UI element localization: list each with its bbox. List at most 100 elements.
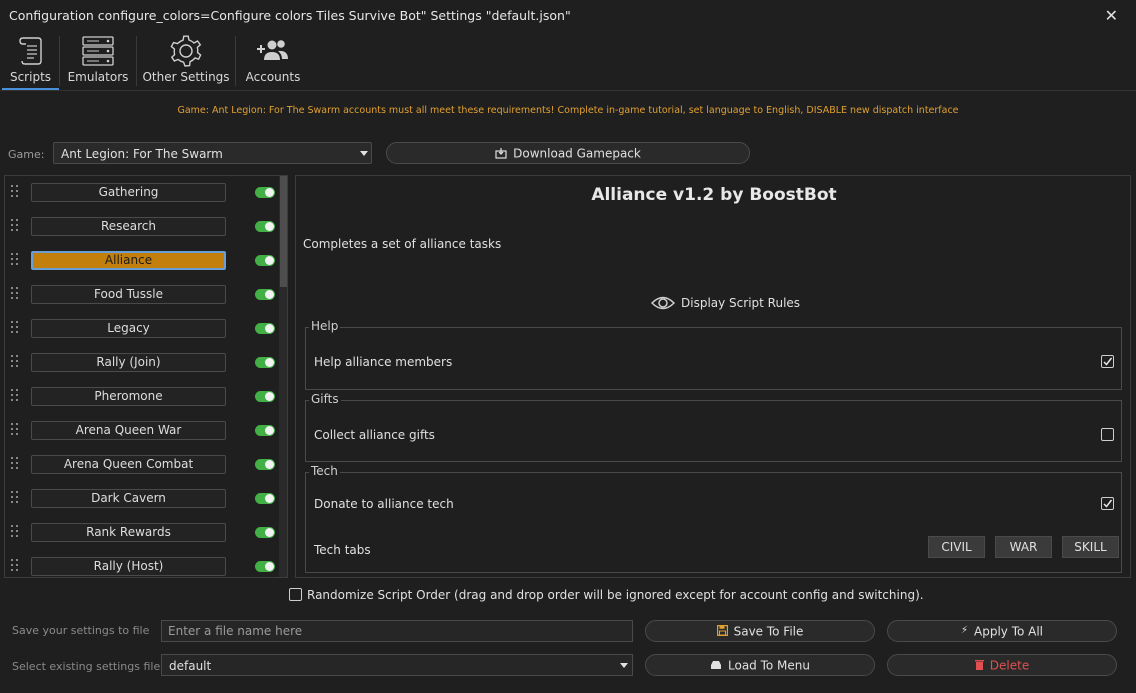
apply-to-all-label: Apply To All [974,624,1044,639]
tab-other-settings[interactable]: Other Settings [142,32,230,88]
close-icon[interactable]: ✕ [1105,6,1118,25]
script-enabled-toggle[interactable] [255,187,275,198]
script-row[interactable]: Pheromone [5,381,277,415]
tab-emulators[interactable]: Emulators [64,32,132,88]
script-enabled-toggle[interactable] [255,561,275,572]
script-title: Alliance v1.2 by BoostBot [591,185,837,205]
script-row[interactable]: Alliance [5,245,277,279]
script-button[interactable]: Pheromone [31,387,226,406]
script-button[interactable]: Legacy [31,319,226,338]
script-enabled-toggle[interactable] [255,289,275,300]
script-enabled-toggle[interactable] [255,425,275,436]
delete-button[interactable]: Delete [887,654,1117,676]
gifts-group-title: Gifts [309,392,341,406]
drag-handle-icon[interactable] [11,321,21,337]
save-to-file-label: Save To File [733,624,804,639]
drag-handle-icon[interactable] [11,525,21,541]
active-tab-indicator [2,88,59,90]
script-row[interactable]: Rally (Join) [5,347,277,381]
script-enabled-toggle[interactable] [255,493,275,504]
donate-alliance-tech-checkbox[interactable] [1101,497,1114,510]
script-enabled-toggle[interactable] [255,459,275,470]
help-alliance-members-label: Help alliance members [314,355,453,369]
drag-handle-icon[interactable] [11,253,21,269]
drag-handle-icon[interactable] [11,457,21,473]
drag-handle-icon[interactable] [11,423,21,439]
script-row[interactable]: Arena Queen War [5,415,277,449]
tech-group: Tech Donate to alliance tech Tech tabs C… [305,464,1122,573]
script-row[interactable]: Legacy [5,313,277,347]
add-users-icon [257,40,288,60]
randomize-order-label: Randomize Script Order (drag and drop or… [307,588,924,602]
check-icon [1103,499,1113,508]
randomize-order-checkbox[interactable] [289,588,302,601]
download-box-icon [495,147,507,159]
game-requirements-warning: Game: Ant Legion: For The Swarm accounts… [177,105,959,116]
file-name-input[interactable] [161,620,633,642]
script-enabled-toggle[interactable] [255,221,275,232]
drag-handle-icon[interactable] [11,389,21,405]
download-gamepack-label: Download Gamepack [513,146,641,161]
script-enabled-toggle[interactable] [255,323,275,334]
title-bar: Configuration configure_colors=Configure… [0,0,1136,32]
tech-tabs-label: Tech tabs [314,543,371,557]
script-row[interactable]: Dark Cavern [5,483,277,517]
help-group-title: Help [309,319,341,333]
drag-handle-icon[interactable] [11,185,21,201]
gifts-group: Gifts Collect alliance gifts [305,392,1122,462]
script-enabled-toggle[interactable] [255,255,275,266]
load-to-menu-button[interactable]: Load To Menu [645,654,875,676]
script-button[interactable]: Dark Cavern [31,489,226,508]
script-enabled-toggle[interactable] [255,391,275,402]
settings-file-select-value: default [169,659,212,673]
delete-label: Delete [989,658,1030,673]
scrollbar-thumb[interactable] [280,176,287,287]
script-row[interactable]: Food Tussle [5,279,277,313]
script-button[interactable]: Alliance [31,251,226,270]
script-row[interactable]: Gathering [5,177,277,211]
script-button[interactable]: Rally (Join) [31,353,226,372]
scroll-icon [18,37,42,65]
download-gamepack-button[interactable]: Download Gamepack [386,142,750,164]
server-icon [82,36,114,66]
chevron-down-icon [360,151,368,156]
drag-handle-icon[interactable] [11,219,21,235]
tab-accounts-label: Accounts [245,70,301,84]
script-detail-panel: Alliance v1.2 by BoostBot Completes a se… [295,175,1131,578]
game-select[interactable]: Ant Legion: For The Swarm [53,142,372,164]
script-row[interactable]: Rally (Host) [5,551,277,577]
tab-scripts-label: Scripts [9,70,52,84]
eye-icon [651,296,675,310]
script-description: Completes a set of alliance tasks [303,237,502,251]
collect-alliance-gifts-checkbox[interactable] [1101,428,1114,441]
help-alliance-members-checkbox[interactable] [1101,355,1114,368]
tab-scripts[interactable]: Scripts [4,32,57,88]
script-button[interactable]: Rally (Host) [31,557,226,576]
tech-tab-skill-button[interactable]: SKILL [1062,536,1119,558]
tech-tab-war-button[interactable]: WAR [995,536,1052,558]
script-enabled-toggle[interactable] [255,527,275,538]
nav-divider [136,36,137,86]
tech-tab-civil-button[interactable]: CIVIL [928,536,985,558]
script-button[interactable]: Rank Rewards [31,523,226,542]
script-button[interactable]: Gathering [31,183,226,202]
tab-accounts[interactable]: Accounts [242,32,304,88]
script-row[interactable]: Rank Rewards [5,517,277,551]
drag-handle-icon[interactable] [11,491,21,507]
script-button[interactable]: Arena Queen War [31,421,226,440]
apply-to-all-button[interactable]: ⚡ Apply To All [887,620,1117,642]
help-group: Help Help alliance members [305,319,1122,390]
drag-handle-icon[interactable] [11,287,21,303]
script-row[interactable]: Research [5,211,277,245]
save-to-file-button[interactable]: Save To File [645,620,875,642]
bolt-icon: ⚡ [960,624,968,636]
save-settings-label: Save your settings to file [12,624,150,637]
script-row[interactable]: Arena Queen Combat [5,449,277,483]
drag-handle-icon[interactable] [11,355,21,371]
drag-handle-icon[interactable] [11,559,21,575]
script-button[interactable]: Food Tussle [31,285,226,304]
script-enabled-toggle[interactable] [255,357,275,368]
script-button[interactable]: Research [31,217,226,236]
settings-file-select[interactable]: default [161,654,633,676]
script-button[interactable]: Arena Queen Combat [31,455,226,474]
